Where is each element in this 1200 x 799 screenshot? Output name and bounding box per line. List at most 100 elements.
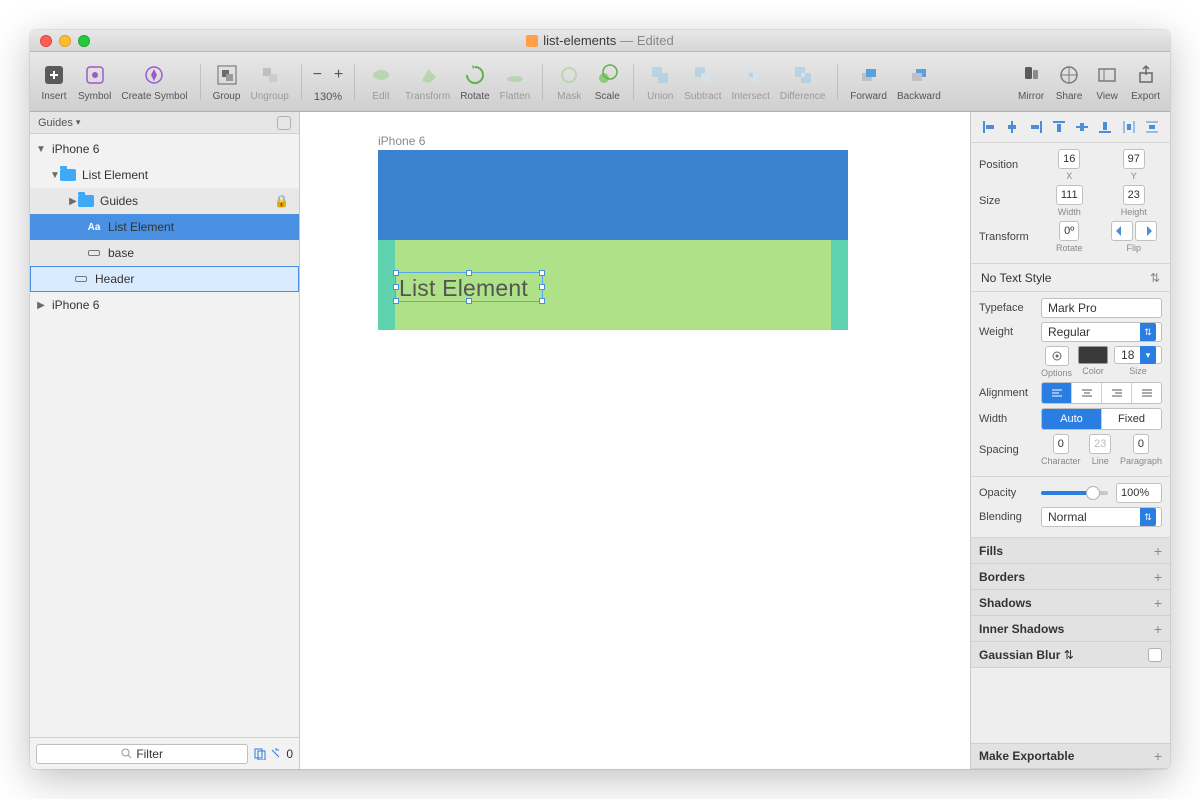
layers-sidebar: Guides▾ ▼iPhone 6 ▼List Element ▶Guides🔒…	[30, 112, 300, 769]
rotation-input[interactable]: 0º	[1059, 221, 1079, 241]
minimize-window-button[interactable]	[59, 35, 71, 47]
text-style-selector[interactable]: No Text Style⇅	[971, 264, 1170, 292]
character-spacing-input[interactable]: 0	[1053, 434, 1069, 454]
align-center-text-button[interactable]	[1072, 383, 1102, 403]
layer-row-artboard[interactable]: ▼iPhone 6	[30, 136, 299, 162]
weight-select[interactable]: Regular⇅	[1041, 322, 1162, 342]
ungroup-button[interactable]: Ungroup	[247, 58, 293, 106]
export-button[interactable]: Export	[1127, 58, 1164, 106]
borders-header[interactable]: Borders+	[971, 564, 1170, 590]
canvas[interactable]: iPhone 6 List Element	[300, 112, 970, 769]
position-x-input[interactable]: 16	[1058, 149, 1080, 169]
slider-thumb[interactable]	[1086, 486, 1100, 500]
backward-button[interactable]: Backward	[893, 58, 945, 106]
align-hcenter-button[interactable]	[1002, 118, 1022, 136]
close-window-button[interactable]	[40, 35, 52, 47]
blending-select[interactable]: Normal⇅	[1041, 507, 1162, 527]
difference-button[interactable]: Difference	[776, 58, 829, 106]
gaussian-blur-header[interactable]: Gaussian Blur ⇅	[971, 642, 1170, 668]
opacity-slider[interactable]	[1041, 491, 1108, 495]
pages-header[interactable]: Guides▾	[30, 112, 299, 134]
create-symbol-button[interactable]: Create Symbol	[117, 58, 191, 106]
text-color-swatch[interactable]	[1078, 346, 1108, 364]
resize-handle[interactable]	[466, 298, 472, 304]
resize-handle[interactable]	[539, 298, 545, 304]
fills-header[interactable]: Fills+	[971, 538, 1170, 564]
selection-bounds[interactable]: List Element	[395, 272, 543, 302]
transform-button[interactable]: Transform	[401, 58, 454, 106]
distribute-v-button[interactable]	[1142, 118, 1162, 136]
rotate-button[interactable]: Rotate	[456, 58, 493, 106]
forward-button[interactable]: Forward	[846, 58, 891, 106]
align-vcenter-button[interactable]	[1072, 118, 1092, 136]
width-fixed-button[interactable]: Fixed	[1102, 409, 1161, 429]
pages-indicator[interactable]: 0	[254, 747, 293, 761]
opacity-input[interactable]: 100%	[1116, 483, 1162, 503]
layer-row-header[interactable]: Header	[30, 266, 299, 292]
align-bottom-button[interactable]	[1095, 118, 1115, 136]
filter-input[interactable]: Filter	[36, 744, 248, 764]
paragraph-spacing-input[interactable]: 0	[1133, 434, 1149, 454]
line-spacing-input[interactable]: 23	[1089, 434, 1111, 454]
layer-row-group[interactable]: ▼List Element	[30, 162, 299, 188]
view-button[interactable]: View	[1089, 58, 1125, 106]
layer-row-text-selected[interactable]: AaList Element	[30, 214, 299, 240]
group-button[interactable]: Group	[209, 58, 245, 106]
typeface-select[interactable]: Mark Pro	[1041, 298, 1162, 318]
text-options-button[interactable]	[1045, 346, 1069, 366]
add-inner-shadow-button[interactable]: +	[1154, 621, 1162, 637]
resize-handle[interactable]	[393, 270, 399, 276]
resize-handle[interactable]	[393, 298, 399, 304]
insert-button[interactable]: Insert	[36, 58, 72, 106]
flip-h-button[interactable]	[1111, 221, 1133, 241]
resize-handle[interactable]	[466, 270, 472, 276]
resize-handle[interactable]	[393, 284, 399, 290]
artboard-label[interactable]: iPhone 6	[378, 134, 425, 148]
resize-handle[interactable]	[539, 284, 545, 290]
union-button[interactable]: Union	[642, 58, 678, 106]
symbol-button[interactable]: Symbol	[74, 58, 115, 106]
add-border-button[interactable]: +	[1154, 569, 1162, 585]
make-exportable-header[interactable]: Make Exportable+	[971, 743, 1170, 769]
zoom-in-button[interactable]: +	[334, 66, 343, 84]
backward-icon	[905, 61, 933, 89]
distribute-h-button[interactable]	[1119, 118, 1139, 136]
zoom-control: − + 130%	[310, 58, 346, 106]
mask-button[interactable]: Mask	[551, 58, 587, 106]
mirror-button[interactable]: Mirror	[1013, 58, 1049, 106]
add-fill-button[interactable]: +	[1154, 543, 1162, 559]
add-shadow-button[interactable]: +	[1154, 595, 1162, 611]
inner-shadows-header[interactable]: Inner Shadows+	[971, 616, 1170, 642]
flatten-button[interactable]: Flatten	[496, 58, 535, 106]
canvas-shape-header[interactable]	[378, 150, 848, 240]
resize-handle[interactable]	[539, 270, 545, 276]
pages-toggle-icon[interactable]	[277, 116, 291, 130]
font-size-input[interactable]: 18▾	[1114, 346, 1162, 364]
edit-button[interactable]: Edit	[363, 58, 399, 106]
width-auto-button[interactable]: Auto	[1042, 409, 1102, 429]
zoom-out-button[interactable]: −	[313, 66, 322, 84]
share-button[interactable]: Share	[1051, 58, 1087, 106]
layer-row-base[interactable]: base	[30, 240, 299, 266]
titlebar: list-elements — Edited	[30, 30, 1170, 52]
scale-button[interactable]: Scale	[589, 58, 625, 106]
subtract-button[interactable]: Subtract	[680, 58, 725, 106]
height-input[interactable]: 23	[1123, 185, 1145, 205]
flip-v-button[interactable]	[1135, 221, 1157, 241]
align-left-button[interactable]	[979, 118, 999, 136]
layer-row-artboard-2[interactable]: ▶iPhone 6	[30, 292, 299, 318]
width-input[interactable]: 111	[1056, 185, 1083, 205]
align-right-text-button[interactable]	[1102, 383, 1132, 403]
zoom-window-button[interactable]	[78, 35, 90, 47]
align-right-button[interactable]	[1026, 118, 1046, 136]
shadows-header[interactable]: Shadows+	[971, 590, 1170, 616]
align-justify-text-button[interactable]	[1132, 383, 1161, 403]
layer-row-guides[interactable]: ▶Guides🔒	[30, 188, 299, 214]
union-icon	[646, 61, 674, 89]
add-export-button[interactable]: +	[1154, 748, 1162, 764]
align-top-button[interactable]	[1049, 118, 1069, 136]
position-y-input[interactable]: 97	[1123, 149, 1145, 169]
intersect-button[interactable]: Intersect	[728, 58, 774, 106]
blur-checkbox[interactable]	[1148, 648, 1162, 662]
align-left-text-button[interactable]	[1042, 383, 1072, 403]
